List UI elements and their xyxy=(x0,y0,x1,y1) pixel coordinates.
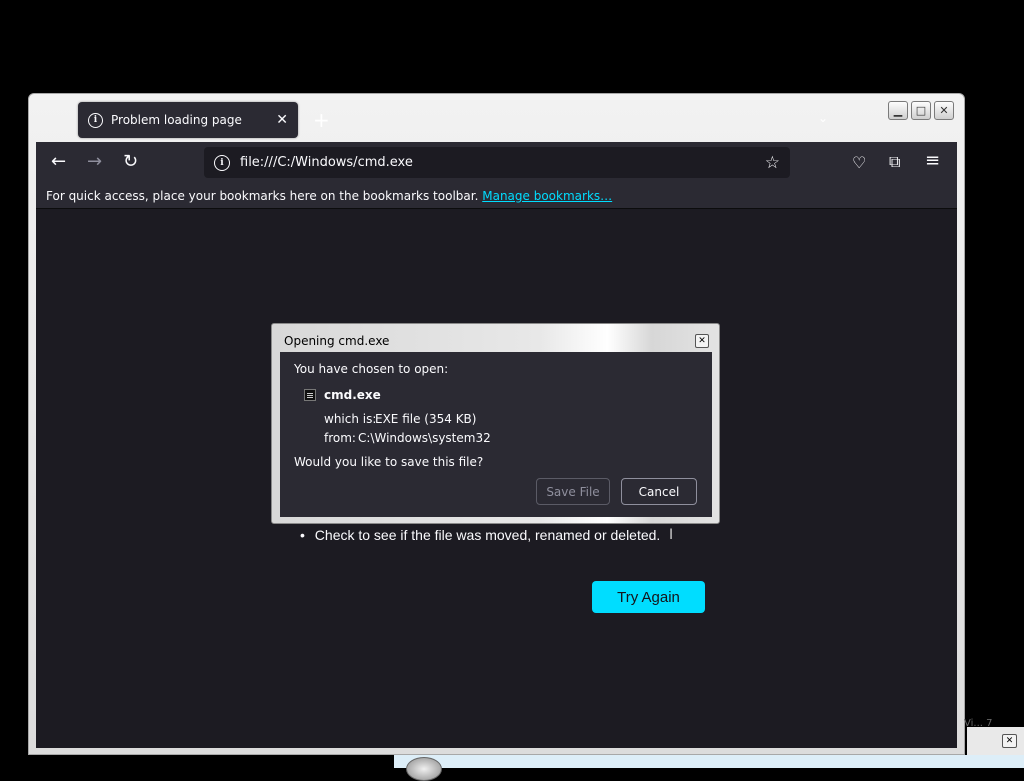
dialog-file-name: cmd.exe xyxy=(324,388,381,402)
maximize-button[interactable]: □ xyxy=(911,101,931,120)
url-bar[interactable]: i file:///C:/Windows/cmd.exe ☆ xyxy=(204,147,790,178)
start-orb-icon[interactable] xyxy=(406,757,442,781)
text-cursor-icon: I xyxy=(669,527,674,543)
bullet: • xyxy=(300,527,305,543)
new-tab-button[interactable]: + xyxy=(313,110,330,130)
list-all-tabs-button[interactable]: ⌄ xyxy=(818,111,828,125)
hamburger-menu-icon[interactable]: ≡ xyxy=(925,152,940,170)
url-text[interactable]: file:///C:/Windows/cmd.exe xyxy=(240,155,765,170)
file-type-value: EXE file (354 KB) xyxy=(375,412,477,426)
bookmarks-toolbar: For quick access, place your bookmarks h… xyxy=(36,183,957,209)
extensions-icon[interactable]: ⧉ xyxy=(889,153,900,171)
bookmark-star-icon[interactable]: ☆ xyxy=(765,153,780,173)
dialog-intro: You have chosen to open: xyxy=(294,362,449,376)
dialog-title: Opening cmd.exe xyxy=(284,334,390,348)
dialog-question: Would you like to save this file? xyxy=(294,455,484,469)
from-label: from: xyxy=(324,431,356,445)
info-icon: i xyxy=(88,112,103,128)
forward-arrow-icon[interactable]: → xyxy=(87,153,102,171)
back-arrow-icon[interactable]: ← xyxy=(51,153,66,171)
minimize-button[interactable]: ▁ xyxy=(888,101,908,120)
cancel-button[interactable]: Cancel xyxy=(621,478,697,505)
site-info-icon[interactable]: i xyxy=(214,154,230,171)
dialog-close-icon[interactable]: ✕ xyxy=(695,334,709,348)
reload-icon[interactable]: ↻ xyxy=(123,153,138,171)
save-file-button[interactable]: Save File xyxy=(536,478,610,505)
try-again-button[interactable]: Try Again xyxy=(592,581,705,613)
error-hint-item: • Check to see if the file was moved, re… xyxy=(300,527,660,543)
error-hint-text: Check to see if the file was moved, rena… xyxy=(314,527,661,543)
background-window-close-icon[interactable]: ✕ xyxy=(1002,734,1017,748)
which-is-label: which is: xyxy=(324,412,377,426)
file-type-icon xyxy=(304,389,316,401)
tab-close-icon[interactable]: ✕ xyxy=(276,112,288,128)
manage-bookmarks-link[interactable]: Manage bookmarks… xyxy=(482,189,612,203)
file-source-value: C:\Windows\system32 xyxy=(358,431,491,445)
pocket-icon[interactable]: ♡ xyxy=(852,154,866,172)
tab-problem-loading[interactable]: i Problem loading page ✕ xyxy=(78,102,298,138)
taskbar-strip xyxy=(394,755,1024,768)
tab-title: Problem loading page xyxy=(111,113,242,127)
window-close-button[interactable]: ✕ xyxy=(934,101,954,120)
bookmarks-hint-text: For quick access, place your bookmarks h… xyxy=(46,189,479,203)
